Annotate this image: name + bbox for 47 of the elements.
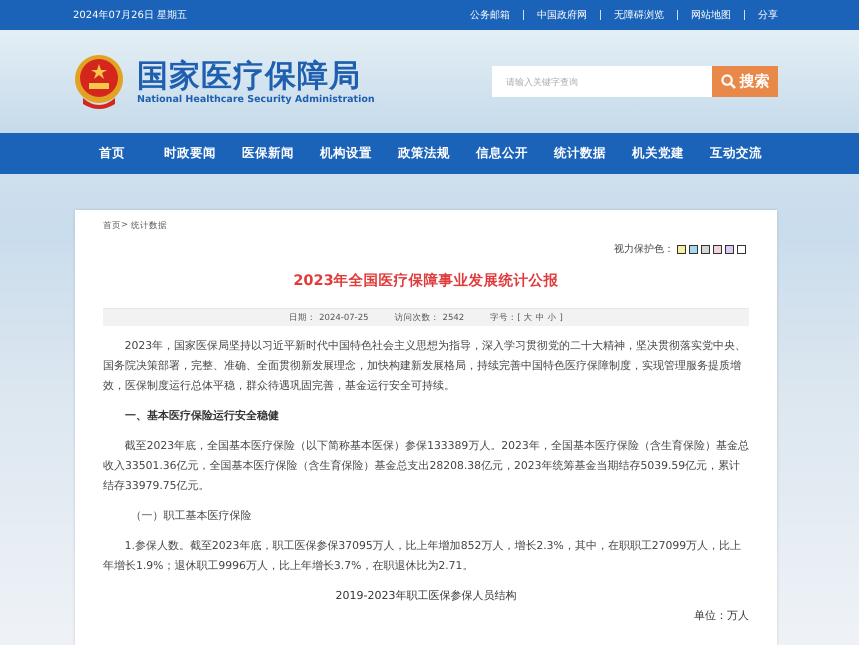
top-link[interactable]: 分享 bbox=[758, 8, 778, 22]
article-title: 2023年全国医疗保障事业发展统计公报 bbox=[292, 272, 560, 290]
search-icon bbox=[720, 74, 736, 89]
article-paragraph: 2023年，国家医保局坚持以习近平新时代中国特色社会主义思想为指导，深入学习贯彻党的二十大精神，坚决贯彻落实党中央、国务院决策部署，完整、准确、全面贯彻新发展理念，加快构建新发展格局，持续完善中国特色医疗保障制度，实现管理服务提质增效，医保制度运行总体平稳，群众待遇巩固完善，基金运行安全可持续。 bbox=[103, 338, 748, 394]
article-paragraph: 1.参保人数。截至2023年底，职工医保参保37095万人，比上年增加852万人，增长2.3%，其中，在职职工27099万人，比上年增长1.9%；退休职工9996万人，比上年增长3.7%，在职退休比为2.71。 bbox=[103, 538, 742, 574]
site-subtitle: National Healthcare Security Administration bbox=[137, 94, 375, 105]
nav-item[interactable]: 统计数据 bbox=[541, 145, 619, 162]
top-link[interactable]: 公务邮箱 bbox=[470, 8, 510, 22]
section-heading: 一、基本医疗保险运行安全稳健 bbox=[124, 408, 280, 424]
breadcrumb-link[interactable]: 统计数据 bbox=[131, 220, 168, 232]
color-swatch[interactable] bbox=[725, 244, 734, 254]
date-text: 2024年07月26日 星期五 bbox=[73, 8, 188, 22]
font-size-label: 字号：[ bbox=[490, 312, 521, 324]
nav-item[interactable]: 机构设置 bbox=[307, 145, 385, 162]
chart-caption: 2019-2023年职工医保参保人员结构 bbox=[334, 588, 518, 604]
color-swatch[interactable] bbox=[689, 244, 698, 254]
nav-item[interactable]: 医保新闻 bbox=[229, 145, 307, 162]
color-swatch[interactable] bbox=[701, 244, 710, 254]
breadcrumb-link[interactable]: 首页 bbox=[103, 220, 121, 232]
date-label: 日期： bbox=[289, 312, 316, 324]
site-title: 国家医疗保障局 bbox=[137, 58, 362, 94]
nav-item[interactable]: 首页 bbox=[73, 145, 151, 162]
subsection-heading: （一）职工基本医疗保险 bbox=[130, 508, 252, 524]
bracket-text: ] bbox=[560, 312, 563, 322]
color-swatch[interactable] bbox=[677, 244, 686, 254]
nav-item[interactable]: 机关党建 bbox=[619, 145, 697, 162]
national-emblem-icon bbox=[73, 54, 125, 110]
top-link[interactable]: 无障碍浏览 bbox=[614, 8, 664, 22]
nav-item[interactable]: 时政要闻 bbox=[151, 145, 229, 162]
visit-count: 2542 bbox=[442, 312, 464, 322]
color-swatch[interactable] bbox=[713, 244, 722, 254]
search-field[interactable]: 请输入关键字查询 bbox=[492, 66, 712, 97]
nav-item[interactable]: 信息公开 bbox=[463, 145, 541, 162]
top-link[interactable]: 网站地图 bbox=[691, 8, 731, 22]
font-size-link[interactable]: 大 bbox=[524, 312, 533, 324]
visits-label: 访问次数： bbox=[394, 312, 440, 324]
font-size-link[interactable]: 中 bbox=[536, 312, 545, 324]
publish-date: 2024-07-25 bbox=[319, 312, 369, 322]
unit-label: 单位：万人 bbox=[693, 608, 749, 624]
article-paragraph: 截至2023年底，全国基本医疗保险（以下简称基本医保）参保133389万人。2023年，全国基本医疗保险（含生育保险）基金总收入33501.36亿元，全国基本医疗保险（含生育保险）基金总支出28208.38亿元，2023年统筹基金当期结存5039.59亿元，累计结存33979.75亿元。 bbox=[103, 438, 749, 494]
nav-item[interactable]: 互动交流 bbox=[697, 145, 775, 162]
top-link[interactable]: 中国政府网 bbox=[537, 8, 587, 22]
color-swatch[interactable] bbox=[737, 244, 746, 254]
breadcrumb-separator: > bbox=[121, 220, 128, 232]
nav-item[interactable]: 政策法规 bbox=[385, 145, 463, 162]
font-size-link[interactable]: 小 bbox=[548, 312, 557, 324]
eye-care-label: 视力保护色： bbox=[614, 242, 674, 256]
